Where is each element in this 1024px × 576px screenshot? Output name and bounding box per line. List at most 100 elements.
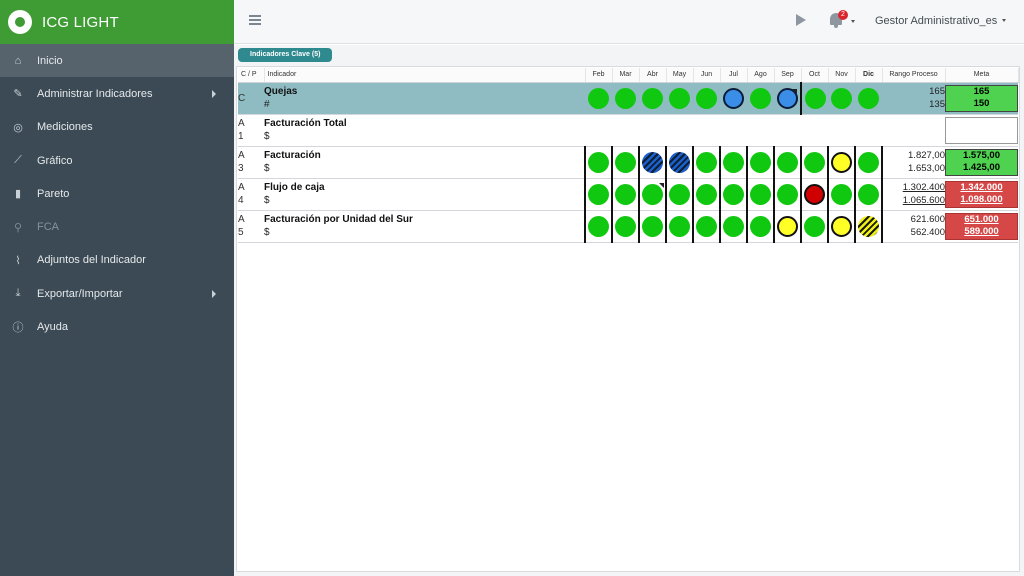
indicator-name[interactable]: Facturación: [264, 149, 584, 162]
month-status-cell[interactable]: [639, 82, 666, 115]
status-green-dot[interactable]: [588, 215, 609, 237]
status-green-dot[interactable]: [588, 151, 609, 173]
month-status-cell[interactable]: [827, 146, 855, 179]
month-status-cell[interactable]: [611, 178, 639, 211]
status-green-dot[interactable]: [804, 215, 825, 237]
sidebar-item-ayuda[interactable]: ⓘ Ayuda: [0, 310, 234, 343]
sidebar-item-adjuntos-del-indicador[interactable]: ⌇ Adjuntos del Indicador: [0, 244, 234, 277]
table-row[interactable]: A 3 Facturación $1.827,00 1.653,00 1.575,00 1.…: [238, 146, 1018, 179]
status-green-dot[interactable]: [858, 87, 879, 109]
status-green-dot[interactable]: [723, 215, 744, 237]
month-status-cell[interactable]: [611, 146, 639, 179]
month-status-cell[interactable]: [774, 82, 802, 115]
month-status-cell[interactable]: [584, 178, 612, 211]
sidebar-item-pareto[interactable]: ▮ Pareto: [0, 177, 234, 210]
month-status-cell[interactable]: [612, 82, 639, 115]
month-status-cell[interactable]: [719, 178, 747, 211]
month-status-cell[interactable]: [773, 146, 801, 179]
status-green-dot[interactable]: [642, 182, 664, 205]
table-row[interactable]: A 5 Facturación por Unidad del Sur $621.600…: [238, 210, 1018, 243]
month-status-cell[interactable]: [746, 178, 774, 211]
month-status-cell[interactable]: [773, 178, 801, 211]
meta-box[interactable]: 651.000 589.000: [945, 212, 1018, 240]
status-green-dot[interactable]: [831, 183, 852, 205]
month-status-cell[interactable]: [854, 210, 883, 243]
month-status-cell[interactable]: [720, 82, 747, 115]
user-menu[interactable]: Gestor Administrativo_es: [875, 15, 1007, 27]
status-green-dot[interactable]: [696, 151, 717, 173]
month-status-cell[interactable]: [800, 178, 828, 211]
status-yellow-dot[interactable]: [777, 215, 798, 237]
sidebar-item-administrar-indicadores[interactable]: ✎ Administrar Indicadores: [0, 77, 234, 110]
status-red-dot[interactable]: [804, 183, 825, 205]
indicator-cell[interactable]: Quejas #: [264, 82, 585, 115]
month-status-cell[interactable]: [827, 210, 855, 243]
month-status-cell[interactable]: [800, 210, 828, 243]
month-status-cell[interactable]: [638, 146, 666, 179]
status-green-dot[interactable]: [804, 87, 826, 109]
month-status-cell[interactable]: [854, 146, 883, 179]
status-green-dot[interactable]: [615, 215, 636, 237]
month-status-cell[interactable]: [585, 82, 612, 115]
meta-box[interactable]: 1.342.000 1.098.000: [945, 180, 1018, 208]
table-row[interactable]: A 4 Flujo de caja $1.302.400 1.065.600 1.342.…: [238, 178, 1018, 211]
status-green-dot[interactable]: [831, 87, 852, 109]
month-status-cell[interactable]: [719, 146, 747, 179]
indicator-name[interactable]: Quejas: [264, 85, 585, 98]
status-green-dot[interactable]: [615, 183, 636, 205]
month-status-cell[interactable]: [800, 146, 828, 179]
status-green-dot[interactable]: [750, 215, 771, 237]
status-green-dot[interactable]: [723, 151, 744, 173]
status-green-dot[interactable]: [804, 151, 825, 173]
status-green-dot[interactable]: [615, 87, 636, 109]
month-status-cell[interactable]: [584, 210, 612, 243]
status-green-dot[interactable]: [642, 87, 663, 109]
menu-toggle-icon[interactable]: [249, 15, 261, 25]
month-status-cell[interactable]: [747, 82, 774, 115]
indicator-name[interactable]: Facturación Total: [264, 117, 585, 130]
status-green-dot[interactable]: [777, 183, 798, 205]
app-brand[interactable]: ICG LIGHT: [0, 0, 234, 44]
tab-indicadores-clave[interactable]: Indicadores Clave (5): [238, 48, 333, 62]
status-green-dot[interactable]: [696, 87, 717, 109]
status-green-dot[interactable]: [615, 151, 636, 173]
meta-box[interactable]: 1.575,00 1.425,00: [945, 148, 1018, 176]
indicator-cell[interactable]: Facturación $: [264, 146, 585, 179]
sidebar-item-exportar-importar[interactable]: ⤓ Exportar/Importar: [0, 277, 234, 310]
month-status-cell[interactable]: [746, 210, 774, 243]
month-status-cell[interactable]: [665, 146, 693, 179]
indicator-name[interactable]: Flujo de caja: [264, 181, 584, 194]
status-blue-dot[interactable]: [776, 87, 798, 109]
month-status-cell[interactable]: [638, 178, 666, 211]
indicator-cell[interactable]: Facturación Total $: [264, 114, 585, 147]
month-status-cell[interactable]: [773, 210, 801, 243]
status-hatch-blue-dot[interactable]: [669, 151, 690, 173]
play-icon[interactable]: [796, 14, 806, 26]
status-green-dot[interactable]: [696, 183, 717, 205]
status-hatch-blue-dot[interactable]: [642, 151, 663, 173]
month-status-cell[interactable]: [666, 82, 693, 115]
status-green-dot[interactable]: [750, 183, 771, 205]
status-yellow-dot[interactable]: [831, 215, 852, 237]
status-hatch-yellow-dot[interactable]: [858, 215, 879, 237]
status-green-dot[interactable]: [858, 183, 879, 205]
month-status-cell[interactable]: [611, 210, 639, 243]
month-status-cell[interactable]: [665, 178, 693, 211]
status-green-dot[interactable]: [858, 151, 879, 173]
month-status-cell[interactable]: [692, 210, 720, 243]
status-blue-dot[interactable]: [723, 87, 744, 109]
month-status-cell[interactable]: [719, 210, 747, 243]
month-status-cell[interactable]: [638, 210, 666, 243]
status-green-dot[interactable]: [696, 215, 717, 237]
status-green-dot[interactable]: [723, 183, 744, 205]
status-green-dot[interactable]: [777, 151, 798, 173]
status-green-dot[interactable]: [669, 183, 690, 205]
table-row[interactable]: C Quejas #165 135 165 150: [238, 82, 1018, 115]
meta-box[interactable]: [945, 116, 1018, 144]
notifications-caret-icon[interactable]: [851, 20, 855, 23]
status-green-dot[interactable]: [669, 87, 690, 109]
month-status-cell[interactable]: [801, 82, 828, 115]
status-green-dot[interactable]: [588, 183, 609, 205]
status-green-dot[interactable]: [588, 87, 609, 109]
month-status-cell[interactable]: [828, 82, 855, 115]
